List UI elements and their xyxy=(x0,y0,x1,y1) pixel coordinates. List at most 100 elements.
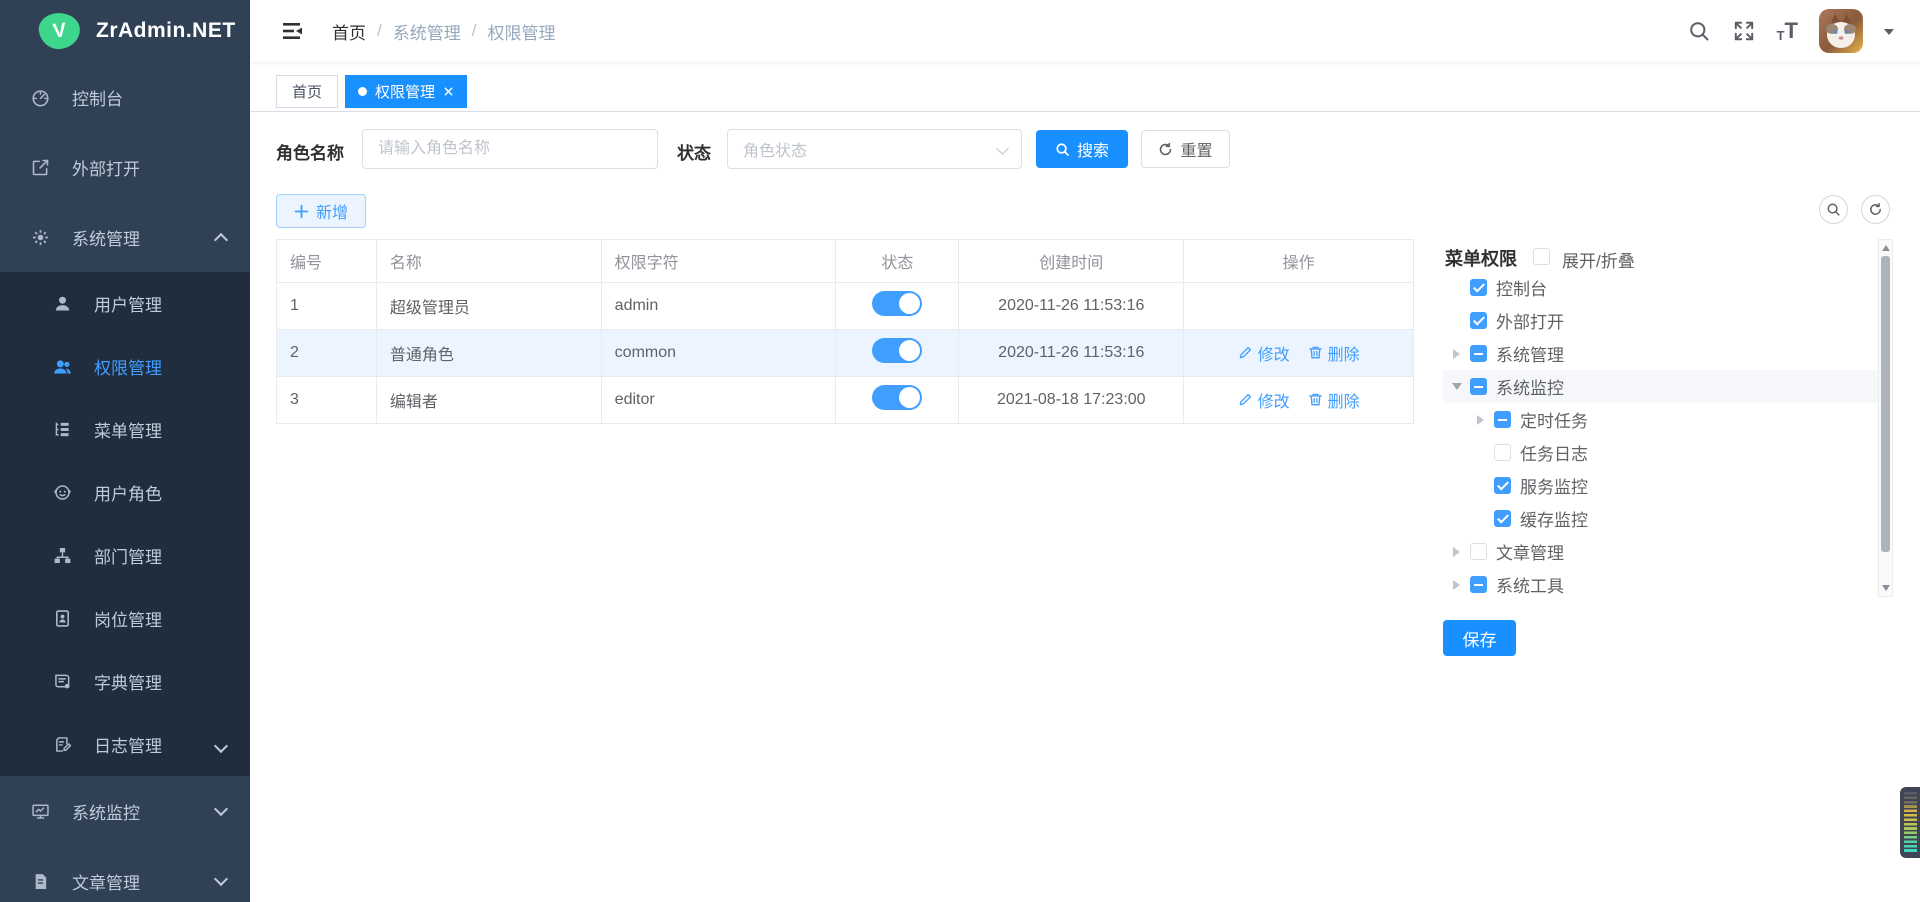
breadcrumb-home[interactable]: 首页 xyxy=(332,19,366,44)
sidebar-item-label: 外部打开 xyxy=(72,155,140,180)
font-size-icon[interactable]: TT xyxy=(1777,20,1798,42)
tree-node-highlighted[interactable]: 系统监控 xyxy=(1443,370,1878,403)
save-button[interactable]: 保存 xyxy=(1443,620,1516,656)
tree-node[interactable]: 外部打开 xyxy=(1443,304,1878,337)
tree-node[interactable]: 系统管理 xyxy=(1443,337,1878,370)
log-edit-icon xyxy=(52,734,73,755)
logo[interactable]: V ZrAdmin.NET xyxy=(0,0,250,62)
search-button[interactable]: 搜索 xyxy=(1036,130,1128,168)
delete-link[interactable]: 删除 xyxy=(1308,388,1360,412)
reset-button[interactable]: 重置 xyxy=(1141,130,1230,168)
status-select[interactable]: 角色状态 xyxy=(727,129,1022,169)
sidebar-item-dict-mgmt[interactable]: 字典管理 xyxy=(0,650,250,713)
sidebar-item-system-mgmt[interactable]: 系统管理 xyxy=(0,202,250,272)
edit-link[interactable]: 修改 xyxy=(1238,341,1290,365)
checkbox-checked[interactable] xyxy=(1494,477,1511,494)
status-toggle[interactable] xyxy=(872,291,922,316)
avatar[interactable] xyxy=(1819,9,1863,53)
sidebar: V ZrAdmin.NET 控制台 外部打开 系统管理 用户管理 权限管理 xyxy=(0,0,250,902)
edit-link[interactable]: 修改 xyxy=(1238,388,1290,412)
checkbox-checked[interactable] xyxy=(1470,279,1487,296)
sidebar-item-log-mgmt[interactable]: 日志管理 xyxy=(0,713,250,776)
tree-node[interactable]: 定时任务 xyxy=(1443,403,1878,436)
add-button[interactable]: 新增 xyxy=(276,194,366,228)
sidebar-item-user-mgmt[interactable]: 用户管理 xyxy=(0,272,250,335)
tags-view-bar: 首页 权限管理 xyxy=(250,62,1920,112)
active-dot-icon xyxy=(358,87,367,96)
chevron-down-icon xyxy=(996,142,1009,155)
cell-name: 超级管理员 xyxy=(376,283,601,330)
tree-node[interactable]: 系统工具 xyxy=(1443,568,1878,601)
sidebar-submenu-system: 用户管理 权限管理 菜单管理 用户角色 部门管理 岗位管理 xyxy=(0,272,250,776)
breadcrumb-separator: / xyxy=(472,21,477,41)
search-icon[interactable] xyxy=(1687,19,1711,43)
checkbox-checked[interactable] xyxy=(1494,510,1511,527)
app-title: ZrAdmin.NET xyxy=(96,19,236,43)
trash-icon xyxy=(1308,392,1323,407)
collapse-arrow-icon[interactable] xyxy=(1452,383,1462,395)
users-icon xyxy=(52,356,73,377)
refresh-table-button[interactable] xyxy=(1861,195,1890,224)
checkbox-unchecked[interactable] xyxy=(1494,444,1511,461)
dictionary-icon xyxy=(52,671,73,692)
sidebar-item-user-role[interactable]: 用户角色 xyxy=(0,461,250,524)
refresh-icon xyxy=(1158,142,1173,157)
status-toggle[interactable] xyxy=(872,385,922,410)
user-icon xyxy=(52,293,73,314)
tree-node[interactable]: 缓存监控 xyxy=(1443,502,1878,535)
sidebar-item-label: 文章管理 xyxy=(72,869,140,894)
expand-arrow-icon[interactable] xyxy=(1453,580,1465,590)
tree-node[interactable]: 控制台 xyxy=(1443,271,1878,304)
role-name-input[interactable] xyxy=(362,129,658,169)
checkbox-checked[interactable] xyxy=(1470,312,1487,329)
tree-node[interactable]: 任务日志 xyxy=(1443,436,1878,469)
checkbox-indeterminate[interactable] xyxy=(1470,345,1487,362)
scrollbar-thumb[interactable] xyxy=(1881,256,1890,552)
checkbox-indeterminate[interactable] xyxy=(1470,576,1487,593)
tab-role-mgmt-active[interactable]: 权限管理 xyxy=(345,75,467,108)
floating-widget-handle[interactable] xyxy=(1900,787,1920,858)
toggle-search-button[interactable] xyxy=(1819,195,1848,224)
sidebar-item-post-mgmt[interactable]: 岗位管理 xyxy=(0,587,250,650)
caret-down-icon[interactable] xyxy=(1884,29,1894,40)
fullscreen-icon[interactable] xyxy=(1732,19,1756,43)
tree-node[interactable]: 文章管理 xyxy=(1443,535,1878,568)
close-icon[interactable] xyxy=(443,86,454,97)
sidebar-item-external[interactable]: 外部打开 xyxy=(0,132,250,202)
status-toggle[interactable] xyxy=(872,338,922,363)
pencil-icon xyxy=(1238,345,1253,360)
scroll-up-icon[interactable] xyxy=(1879,241,1892,255)
expand-collapse-checkbox[interactable] xyxy=(1533,248,1550,265)
chevron-down-icon xyxy=(214,739,228,753)
sidebar-fold-icon[interactable] xyxy=(280,19,306,43)
trash-icon xyxy=(1308,345,1323,360)
sidebar-item-system-monitor[interactable]: 系统监控 xyxy=(0,776,250,846)
delete-link[interactable]: 删除 xyxy=(1308,341,1360,365)
sidebar-item-dept-mgmt[interactable]: 部门管理 xyxy=(0,524,250,587)
cell-perm: common xyxy=(601,330,836,377)
sidebar-item-label: 系统管理 xyxy=(72,225,140,250)
sidebar-item-role-mgmt[interactable]: 权限管理 xyxy=(0,335,250,398)
checkbox-unchecked[interactable] xyxy=(1470,543,1487,560)
sidebar-item-dashboard[interactable]: 控制台 xyxy=(0,62,250,132)
sidebar-item-menu-mgmt[interactable]: 菜单管理 xyxy=(0,398,250,461)
gear-icon xyxy=(30,227,51,248)
cell-actions xyxy=(1184,283,1414,330)
cat-avatar-graphic xyxy=(1819,9,1863,53)
sidebar-item-label: 权限管理 xyxy=(94,354,162,379)
tab-home[interactable]: 首页 xyxy=(276,75,338,108)
expand-arrow-icon[interactable] xyxy=(1477,415,1489,425)
tree-node[interactable]: 服务监控 xyxy=(1443,469,1878,502)
tree-scrollbar[interactable] xyxy=(1878,239,1893,597)
breadcrumb-system: 系统管理 xyxy=(393,19,461,44)
expand-arrow-icon[interactable] xyxy=(1453,349,1465,359)
checkbox-indeterminate[interactable] xyxy=(1470,378,1487,395)
sidebar-item-label: 控制台 xyxy=(72,85,123,110)
expand-arrow-icon[interactable] xyxy=(1453,547,1465,557)
scroll-down-icon[interactable] xyxy=(1879,581,1892,595)
table-header-row: 编号 名称 权限字符 状态 创建时间 操作 xyxy=(277,240,1414,283)
menu-tree-icon xyxy=(52,419,73,440)
checkbox-indeterminate[interactable] xyxy=(1494,411,1511,428)
chevron-down-icon xyxy=(214,872,228,886)
sidebar-item-article-mgmt[interactable]: 文章管理 xyxy=(0,846,250,902)
